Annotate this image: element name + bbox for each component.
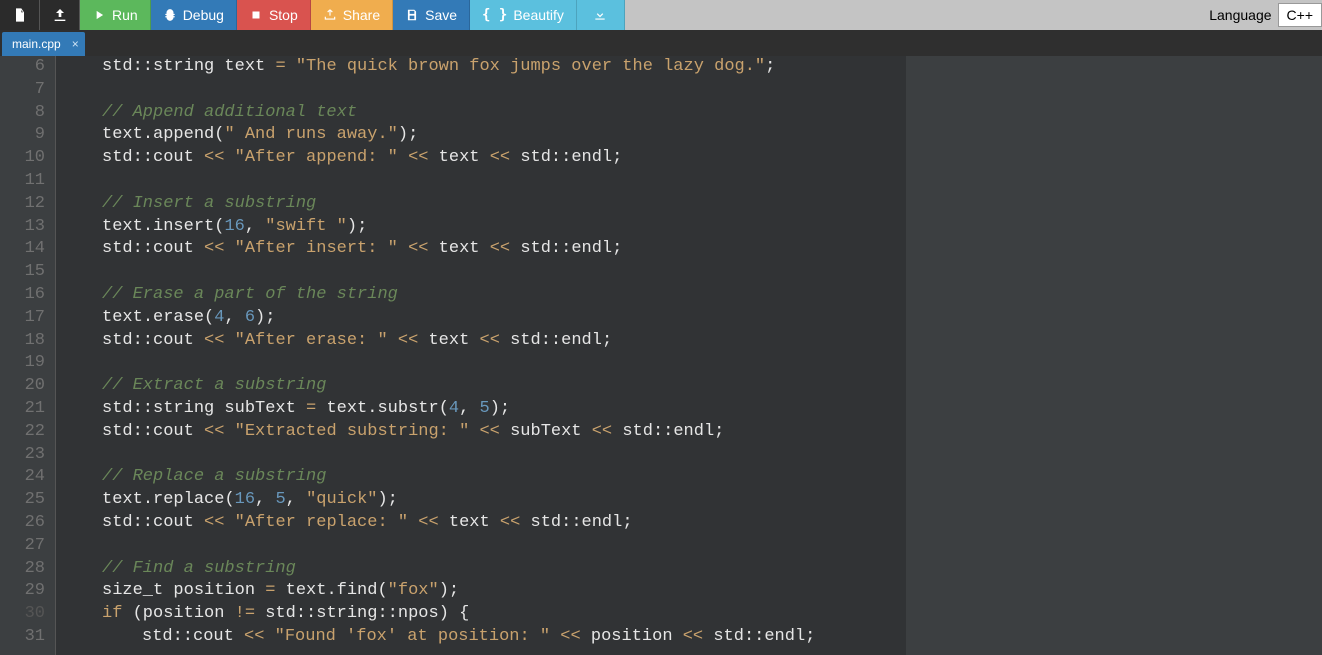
- line-number: 10: [0, 147, 45, 170]
- line-number: 21: [0, 398, 45, 421]
- stop-icon: [249, 8, 263, 22]
- code-line[interactable]: [62, 444, 1322, 467]
- code-line[interactable]: // Find a substring: [62, 558, 1322, 581]
- download-icon: [593, 8, 607, 22]
- line-number: 19: [0, 352, 45, 375]
- share-label: Share: [343, 7, 380, 23]
- code-area[interactable]: std::string text = "The quick brown fox …: [56, 56, 1322, 655]
- line-number: 23: [0, 444, 45, 467]
- line-number: 29: [0, 580, 45, 603]
- save-button[interactable]: Save: [393, 0, 470, 30]
- line-number: 30: [0, 603, 45, 626]
- code-line[interactable]: // Extract a substring: [62, 375, 1322, 398]
- close-icon[interactable]: ×: [72, 37, 79, 51]
- line-number: 14: [0, 238, 45, 261]
- line-number: 27: [0, 535, 45, 558]
- line-number: 28: [0, 558, 45, 581]
- play-icon: [92, 8, 106, 22]
- code-line[interactable]: [62, 352, 1322, 375]
- code-line[interactable]: [62, 535, 1322, 558]
- code-line[interactable]: [62, 261, 1322, 284]
- code-line[interactable]: // Replace a substring: [62, 466, 1322, 489]
- share-icon: [323, 8, 337, 22]
- language-label: Language: [1203, 7, 1277, 23]
- beautify-button[interactable]: { } Beautify: [470, 0, 577, 30]
- code-line[interactable]: text.replace(16, 5, "quick");: [62, 489, 1322, 512]
- line-number: 20: [0, 375, 45, 398]
- share-button[interactable]: Share: [311, 0, 393, 30]
- debug-button[interactable]: Debug: [151, 0, 237, 30]
- code-line[interactable]: std::string subText = text.substr(4, 5);: [62, 398, 1322, 421]
- line-number: 9: [0, 124, 45, 147]
- line-number: 6: [0, 56, 45, 79]
- language-selector[interactable]: Language C++: [1203, 0, 1322, 30]
- line-number: 16: [0, 284, 45, 307]
- download-button[interactable]: [577, 0, 625, 30]
- tab-main-cpp[interactable]: main.cpp ×: [2, 32, 85, 56]
- code-line[interactable]: text.insert(16, "swift ");: [62, 216, 1322, 239]
- toolbar: Run Debug Stop Share Save { } Beautify L…: [0, 0, 1322, 30]
- line-number: 31: [0, 626, 45, 649]
- line-number: 18: [0, 330, 45, 353]
- tab-label: main.cpp: [12, 37, 61, 51]
- code-line[interactable]: text.append(" And runs away.");: [62, 124, 1322, 147]
- code-line[interactable]: std::cout << "Extracted substring: " << …: [62, 421, 1322, 444]
- code-line[interactable]: std::cout << "After erase: " << text << …: [62, 330, 1322, 353]
- line-number: 25: [0, 489, 45, 512]
- code-line[interactable]: // Append additional text: [62, 102, 1322, 125]
- braces-icon: { }: [482, 7, 507, 23]
- code-line[interactable]: if (position != std::string::npos) {: [62, 603, 1322, 626]
- code-line[interactable]: [62, 170, 1322, 193]
- line-number: 22: [0, 421, 45, 444]
- code-editor[interactable]: 6789101112131415161718192021222324252627…: [0, 56, 1322, 655]
- code-line[interactable]: size_t position = text.find("fox");: [62, 580, 1322, 603]
- code-line[interactable]: // Insert a substring: [62, 193, 1322, 216]
- code-line[interactable]: // Erase a part of the string: [62, 284, 1322, 307]
- line-number: 11: [0, 170, 45, 193]
- save-label: Save: [425, 7, 457, 23]
- line-number: 12: [0, 193, 45, 216]
- run-button[interactable]: Run: [80, 0, 151, 30]
- beautify-label: Beautify: [513, 7, 564, 23]
- code-line[interactable]: [62, 79, 1322, 102]
- debug-icon: [163, 8, 177, 22]
- code-line[interactable]: std::cout << "After replace: " << text <…: [62, 512, 1322, 535]
- code-line[interactable]: std::cout << "After insert: " << text <<…: [62, 238, 1322, 261]
- save-icon: [405, 8, 419, 22]
- code-line[interactable]: std::cout << "After append: " << text <<…: [62, 147, 1322, 170]
- stop-label: Stop: [269, 7, 298, 23]
- stop-button[interactable]: Stop: [237, 0, 311, 30]
- line-number: 8: [0, 102, 45, 125]
- tab-bar: main.cpp ×: [0, 30, 1322, 56]
- line-number: 15: [0, 261, 45, 284]
- line-number: 17: [0, 307, 45, 330]
- line-number: 26: [0, 512, 45, 535]
- line-number: 24: [0, 466, 45, 489]
- language-value[interactable]: C++: [1278, 3, 1322, 27]
- debug-label: Debug: [183, 7, 224, 23]
- code-line[interactable]: std::cout << "Found 'fox' at position: "…: [62, 626, 1322, 649]
- run-label: Run: [112, 7, 138, 23]
- code-content[interactable]: std::string text = "The quick brown fox …: [56, 56, 1322, 649]
- code-line[interactable]: text.erase(4, 6);: [62, 307, 1322, 330]
- upload-button[interactable]: [40, 0, 80, 30]
- line-number-gutter: 6789101112131415161718192021222324252627…: [0, 56, 56, 655]
- line-number: 13: [0, 216, 45, 239]
- new-file-button[interactable]: [0, 0, 40, 30]
- code-line[interactable]: std::string text = "The quick brown fox …: [62, 56, 1322, 79]
- line-number: 7: [0, 79, 45, 102]
